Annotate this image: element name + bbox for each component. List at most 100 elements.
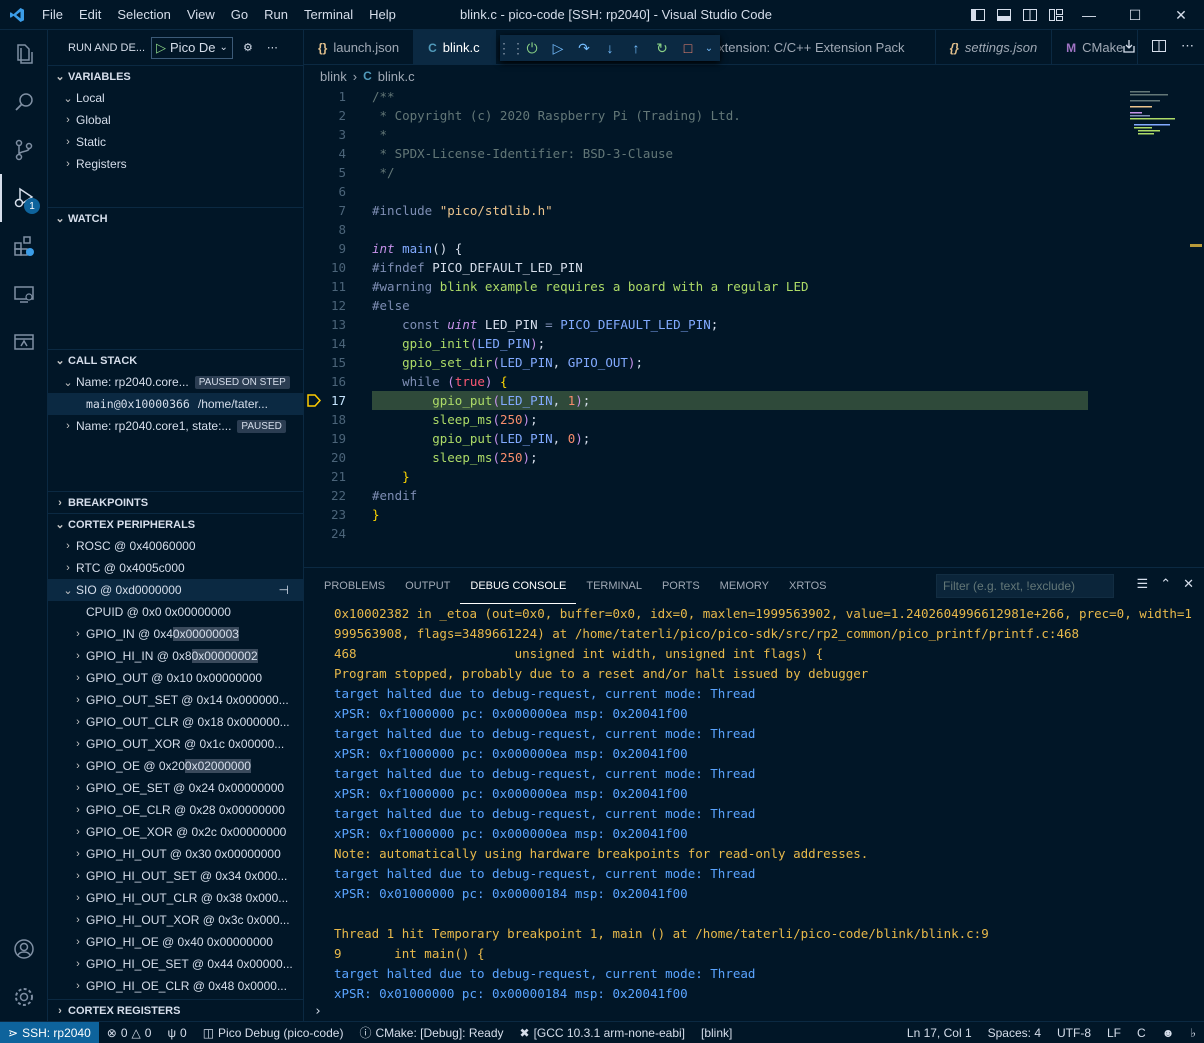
customize-layout-icon[interactable]	[1048, 7, 1064, 23]
open-launch-json-gear-icon[interactable]: ⚙	[243, 41, 253, 54]
cmake-kit[interactable]: ✖ [GCC 10.3.1 arm-none-eabi]	[512, 1026, 693, 1040]
more-actions-icon[interactable]: ⋯	[267, 41, 278, 54]
variables-registers[interactable]: › Registers	[48, 153, 303, 175]
breakpoints-section-header[interactable]: › BREAKPOINTS	[48, 491, 303, 513]
code-line[interactable]: 12 #else	[304, 296, 1204, 315]
code-line[interactable]: 9 int main() {	[304, 239, 1204, 258]
language-mode[interactable]: C	[1129, 1026, 1154, 1040]
restart-icon[interactable]: ↻	[652, 38, 672, 58]
menu-terminal[interactable]: Terminal	[296, 0, 361, 30]
toggle-secondary-sidebar-icon[interactable]	[1022, 7, 1038, 23]
code-line[interactable]: 8	[304, 220, 1204, 239]
start-debugging-icon[interactable]: ▷	[156, 40, 166, 56]
run-debug-icon[interactable]: 1	[0, 174, 48, 222]
peripheral-item[interactable]: › GPIO_HI_OE @ 0x40 0x00000000	[48, 931, 303, 953]
cursor-position[interactable]: Ln 17, Col 1	[899, 1026, 980, 1040]
maximize-panel-icon[interactable]: ⌃	[1160, 576, 1171, 592]
minimize-icon[interactable]: —	[1066, 0, 1112, 30]
encoding[interactable]: UTF-8	[1049, 1026, 1099, 1040]
callstack-thread-core1[interactable]: › Name: rp2040.core1, state:... PAUSED	[48, 415, 303, 437]
toggle-primary-sidebar-icon[interactable]	[970, 7, 986, 23]
tab-xrtos[interactable]: XRTOS	[779, 568, 837, 604]
code-line[interactable]: 6	[304, 182, 1204, 201]
code-line[interactable]: 1 /**	[304, 87, 1204, 106]
step-out-icon[interactable]: ↑	[626, 38, 646, 58]
peripheral-item[interactable]: › GPIO_HI_IN @ 0x8 0x00000002	[48, 645, 303, 667]
menu-view[interactable]: View	[179, 0, 223, 30]
cmake-target[interactable]: [blink]	[693, 1026, 740, 1040]
callstack-section-header[interactable]: ⌄ CALL STACK	[48, 349, 303, 371]
peripheral-item[interactable]: › GPIO_OE_XOR @ 0x2c 0x00000000	[48, 821, 303, 843]
callstack-thread-core0[interactable]: ⌄ Name: rp2040.core... PAUSED ON STEP	[48, 371, 303, 393]
peripheral-item[interactable]: › ROSC @ 0x40060000	[48, 535, 303, 557]
code-line[interactable]: 14 gpio_init(LED_PIN);	[304, 334, 1204, 353]
maximize-icon[interactable]: ☐	[1112, 0, 1158, 30]
cmake-status[interactable]: ⓘ CMake: [Debug]: Ready	[351, 1024, 511, 1041]
code-line[interactable]: 11 #warning blink example requires a boar…	[304, 277, 1204, 296]
variables-global[interactable]: › Global	[48, 109, 303, 131]
clear-console-icon[interactable]: ☰	[1137, 576, 1149, 592]
extensions-icon[interactable]	[0, 222, 48, 270]
feedback-icon[interactable]: ☻	[1154, 1026, 1183, 1040]
minimap[interactable]	[1130, 91, 1190, 141]
variables-local[interactable]: ⌄ Local	[48, 87, 303, 109]
callstack-frame-main[interactable]: main@0x10000366/home/tater...	[48, 393, 303, 415]
step-over-icon[interactable]: ↷	[574, 38, 594, 58]
code-line[interactable]: 16 while (true) {	[304, 372, 1204, 391]
code-editor[interactable]: 1 /** 2 * Copyright (c) 2020 Raspberry Pi …	[304, 87, 1204, 567]
menu-file[interactable]: File	[34, 0, 71, 30]
close-panel-icon[interactable]: ✕	[1183, 576, 1194, 592]
close-icon[interactable]: ✕	[1158, 0, 1204, 30]
peripheral-item[interactable]: › RTC @ 0x4005c000	[48, 557, 303, 579]
step-into-icon[interactable]: ↓	[600, 38, 620, 58]
tab-debug-console[interactable]: DEBUG CONSOLE	[460, 568, 577, 604]
continue-icon[interactable]: ▷	[548, 38, 568, 58]
peripheral-item[interactable]: › GPIO_OE_SET @ 0x24 0x00000000	[48, 777, 303, 799]
breadcrumb-file[interactable]: blink.c	[378, 69, 415, 84]
cortex-registers-section-header[interactable]: › CORTEX REGISTERS	[48, 999, 303, 1021]
menu-run[interactable]: Run	[256, 0, 296, 30]
accounts-icon[interactable]	[0, 925, 48, 973]
peripheral-item[interactable]: › GPIO_OUT_SET @ 0x14 0x000000...	[48, 689, 303, 711]
menu-go[interactable]: Go	[223, 0, 256, 30]
variables-static[interactable]: › Static	[48, 131, 303, 153]
peripheral-item[interactable]: › GPIO_OE_CLR @ 0x28 0x00000000	[48, 799, 303, 821]
peripheral-item[interactable]: › GPIO_OUT @ 0x10 0x00000000	[48, 667, 303, 689]
peripheral-item[interactable]: › GPIO_HI_OUT_CLR @ 0x38 0x000...	[48, 887, 303, 909]
menu-selection[interactable]: Selection	[109, 0, 178, 30]
cortex-peripherals-section-header[interactable]: ⌄ CORTEX PERIPHERALS	[48, 513, 303, 535]
code-line[interactable]: 3 *	[304, 125, 1204, 144]
peripheral-item[interactable]: ⌄ SIO @ 0xd0000000 ⊣	[48, 579, 303, 601]
cortex-debug-icon[interactable]	[0, 318, 48, 366]
drag-handle-icon[interactable]: ⋮⋮	[497, 38, 525, 58]
debug-config-indicator[interactable]: ◫ Pico Debug (pico-code)	[195, 1026, 352, 1040]
code-line[interactable]: 20 sleep_ms(250);	[304, 448, 1204, 467]
peripheral-item[interactable]: › GPIO_HI_OE_CLR @ 0x48 0x0000...	[48, 975, 303, 997]
manage-gear-icon[interactable]	[0, 973, 48, 1021]
code-line[interactable]: 18 sleep_ms(250);	[304, 410, 1204, 429]
indentation[interactable]: Spaces: 4	[980, 1026, 1049, 1040]
code-line[interactable]: 23}	[304, 505, 1204, 524]
tab-problems[interactable]: PROBLEMS	[314, 568, 395, 604]
peripheral-item[interactable]: › GPIO_HI_OUT @ 0x30 0x00000000	[48, 843, 303, 865]
code-line[interactable]: 22 #endif	[304, 486, 1204, 505]
more-actions-icon[interactable]: ⋯	[1181, 38, 1194, 54]
code-line[interactable]: 7 #include "pico/stdlib.h"	[304, 201, 1204, 220]
console-filter-input[interactable]: Filter (e.g. text, !exclude)	[936, 574, 1114, 598]
console-input[interactable]: ›	[314, 1004, 322, 1019]
open-changes-icon[interactable]	[1121, 38, 1137, 54]
peripheral-item[interactable]: › GPIO_HI_OUT_SET @ 0x34 0x000...	[48, 865, 303, 887]
watch-section-header[interactable]: ⌄ WATCH	[48, 207, 303, 229]
code-line[interactable]: 4 * SPDX-License-Identifier: BSD-3-Claus…	[304, 144, 1204, 163]
code-line[interactable]: 13 const uint LED_PIN = PICO_DEFAULT_LED…	[304, 315, 1204, 334]
variables-section-header[interactable]: ⌄ VARIABLES	[48, 65, 303, 87]
disconnect-icon[interactable]: ⏻	[522, 38, 542, 58]
code-line[interactable]: 15 gpio_set_dir(LED_PIN, GPIO_OUT);	[304, 353, 1204, 372]
toggle-panel-icon[interactable]	[996, 7, 1012, 23]
peripheral-item[interactable]: › GPIO_OUT_XOR @ 0x1c 0x00000...	[48, 733, 303, 755]
breadcrumb-folder[interactable]: blink	[320, 69, 347, 84]
peripheral-item[interactable]: › GPIO_HI_OUT_XOR @ 0x3c 0x000...	[48, 909, 303, 931]
peripheral-item[interactable]: › GPIO_OE @ 0x20 0x02000000	[48, 755, 303, 777]
split-editor-icon[interactable]	[1151, 38, 1167, 54]
notifications-bell-icon[interactable]: ♭	[1182, 1026, 1204, 1040]
